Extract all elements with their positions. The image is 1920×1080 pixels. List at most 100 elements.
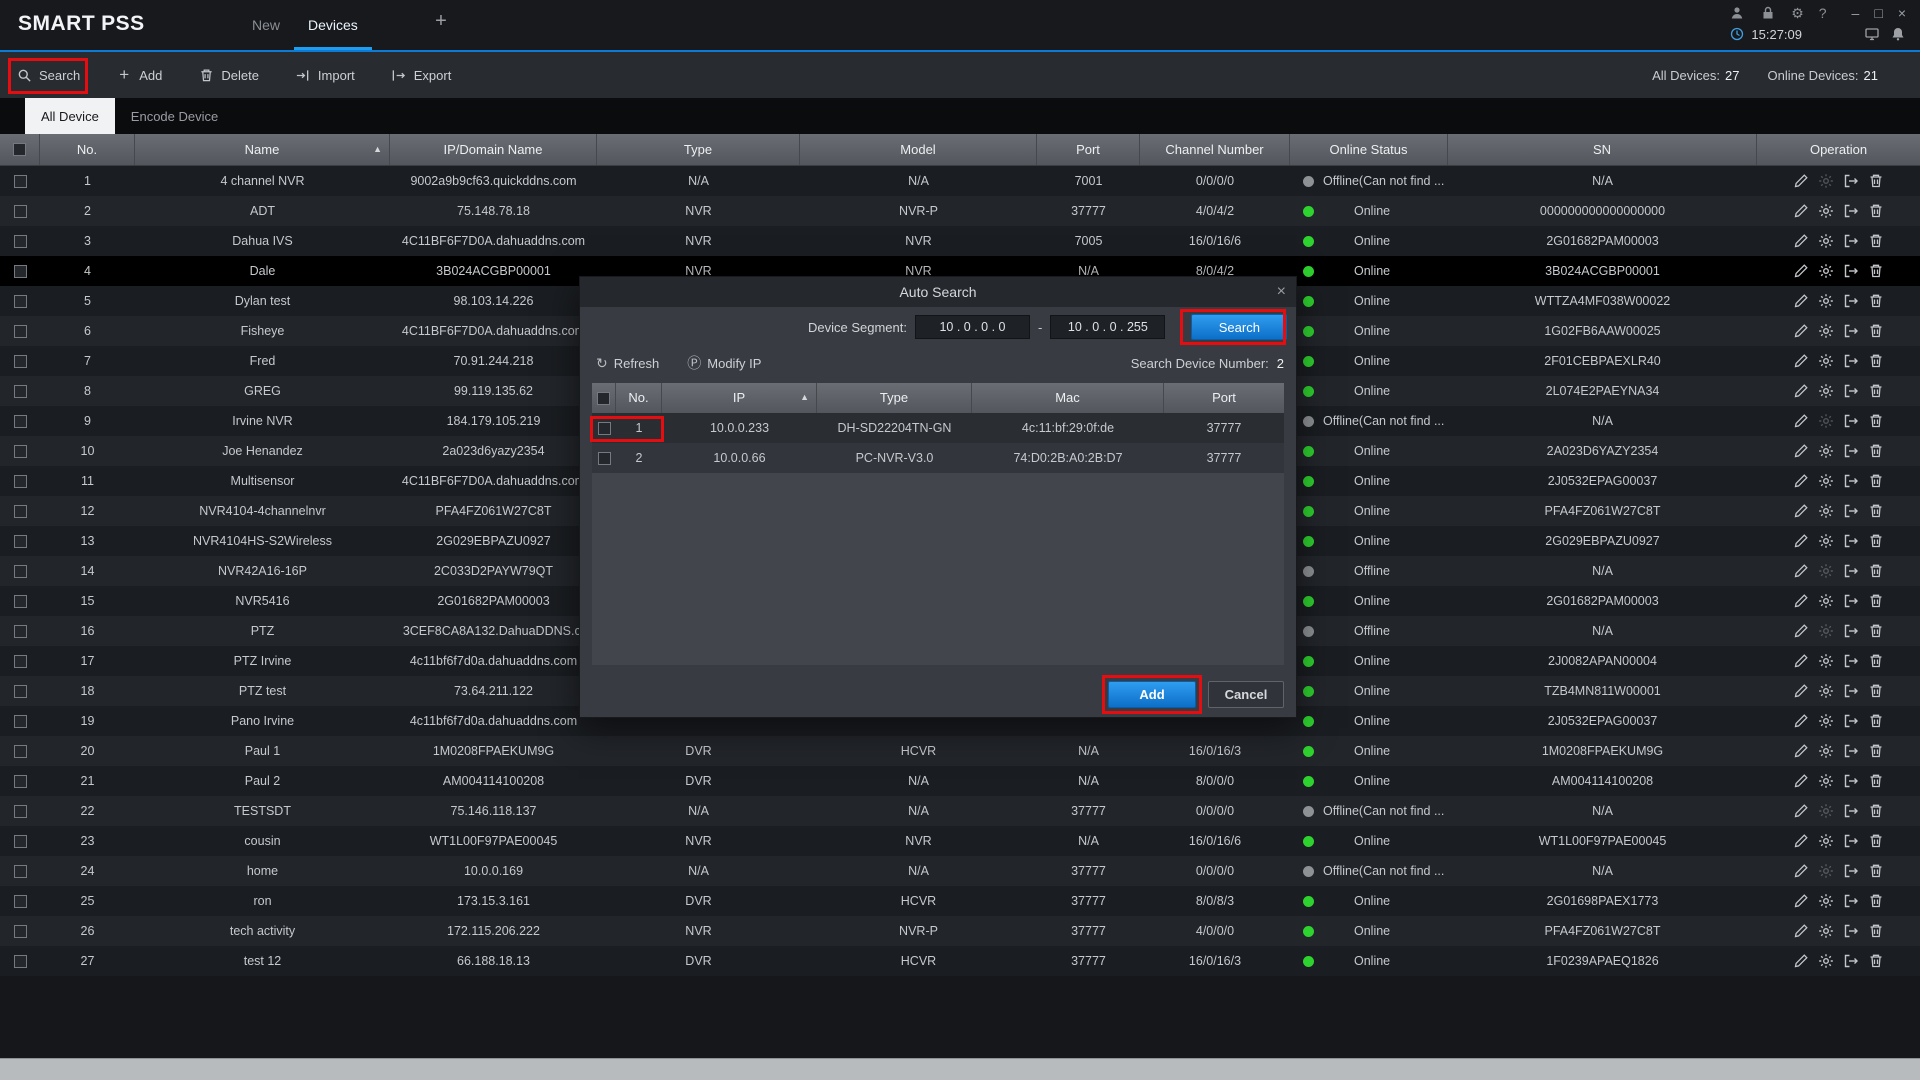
delete-icon[interactable] (1868, 383, 1884, 399)
edit-icon[interactable] (1793, 953, 1809, 969)
delete-icon[interactable] (1868, 743, 1884, 759)
logout-icon[interactable] (1843, 293, 1859, 309)
row-checkbox[interactable] (14, 775, 27, 788)
segment-start-input[interactable]: 10 . 0 . 0 . 0 (915, 315, 1030, 339)
edit-icon[interactable] (1793, 263, 1809, 279)
edit-icon[interactable] (1793, 533, 1809, 549)
row-checkbox[interactable] (14, 685, 27, 698)
logout-icon[interactable] (1843, 653, 1859, 669)
row-checkbox[interactable] (14, 295, 27, 308)
dialog-cancel-button[interactable]: Cancel (1208, 681, 1284, 708)
maximize-icon[interactable]: □ (1874, 5, 1882, 21)
edit-icon[interactable] (1793, 653, 1809, 669)
edit-icon[interactable] (1793, 923, 1809, 939)
delete-icon[interactable] (1868, 773, 1884, 789)
row-checkbox[interactable] (14, 715, 27, 728)
edit-icon[interactable] (1793, 383, 1809, 399)
row-checkbox[interactable] (14, 445, 27, 458)
help-icon[interactable]: ? (1819, 5, 1827, 21)
table-row[interactable]: 27test 1266.188.18.13DVRHCVR3777716/0/16… (0, 946, 1920, 976)
column-header-ip-domain-name[interactable]: IP/Domain Name (390, 134, 597, 165)
settings-icon[interactable] (1818, 263, 1834, 279)
settings-icon[interactable] (1818, 623, 1834, 639)
row-checkbox[interactable] (14, 625, 27, 638)
edit-icon[interactable] (1793, 203, 1809, 219)
row-checkbox[interactable] (14, 535, 27, 548)
delete-device-button[interactable]: Delete (198, 67, 259, 83)
bell-icon[interactable] (1890, 26, 1906, 42)
table-row[interactable]: 23cousinWT1L00F97PAE00045NVRNVRN/A16/0/1… (0, 826, 1920, 856)
row-checkbox[interactable] (14, 325, 27, 338)
row-checkbox[interactable] (14, 505, 27, 518)
delete-icon[interactable] (1868, 923, 1884, 939)
delete-icon[interactable] (1868, 653, 1884, 669)
row-checkbox[interactable] (14, 205, 27, 218)
lock-icon[interactable] (1760, 5, 1776, 21)
monitor-icon[interactable] (1864, 26, 1880, 42)
import-button[interactable]: Import (295, 67, 355, 83)
tab-devices[interactable]: Devices (294, 0, 372, 50)
delete-icon[interactable] (1868, 713, 1884, 729)
close-icon[interactable]: × (1277, 277, 1286, 307)
settings-icon[interactable] (1818, 743, 1834, 759)
column-header-channel-number[interactable]: Channel Number (1140, 134, 1290, 165)
logout-icon[interactable] (1843, 773, 1859, 789)
edit-icon[interactable] (1793, 323, 1809, 339)
column-header-mac[interactable]: Mac (972, 383, 1164, 413)
column-header-ip[interactable]: IP▲ (662, 383, 817, 413)
settings-icon[interactable] (1818, 803, 1834, 819)
settings-icon[interactable] (1818, 923, 1834, 939)
logout-icon[interactable] (1843, 263, 1859, 279)
logout-icon[interactable] (1843, 953, 1859, 969)
row-checkbox[interactable] (14, 595, 27, 608)
logout-icon[interactable] (1843, 173, 1859, 189)
search-result-row[interactable]: 110.0.0.233DH-SD22204TN-GN4c:11:bf:29:0f… (592, 413, 1284, 443)
settings-icon[interactable] (1818, 503, 1834, 519)
result-checkbox[interactable] (598, 422, 611, 435)
settings-icon[interactable] (1818, 353, 1834, 369)
delete-icon[interactable] (1868, 533, 1884, 549)
settings-icon[interactable] (1818, 863, 1834, 879)
logout-icon[interactable] (1843, 593, 1859, 609)
settings-icon[interactable] (1818, 473, 1834, 489)
row-checkbox[interactable] (14, 745, 27, 758)
logout-icon[interactable] (1843, 203, 1859, 219)
logout-icon[interactable] (1843, 683, 1859, 699)
settings-icon[interactable] (1818, 233, 1834, 249)
edit-icon[interactable] (1793, 713, 1809, 729)
settings-icon[interactable] (1818, 653, 1834, 669)
edit-icon[interactable] (1793, 293, 1809, 309)
settings-icon[interactable] (1818, 833, 1834, 849)
delete-icon[interactable] (1868, 323, 1884, 339)
column-header-no[interactable]: No. (616, 383, 662, 413)
settings-icon[interactable] (1818, 563, 1834, 579)
segment-end-input[interactable]: 10 . 0 . 0 . 255 (1050, 315, 1165, 339)
result-checkbox[interactable] (598, 452, 611, 465)
row-checkbox[interactable] (14, 475, 27, 488)
column-header-port[interactable]: Port (1037, 134, 1140, 165)
tab-all-device[interactable]: All Device (25, 98, 115, 134)
column-header-name[interactable]: Name▲ (135, 134, 390, 165)
delete-icon[interactable] (1868, 803, 1884, 819)
edit-icon[interactable] (1793, 413, 1809, 429)
settings-icon[interactable] (1818, 533, 1834, 549)
row-checkbox[interactable] (14, 265, 27, 278)
delete-icon[interactable] (1868, 683, 1884, 699)
column-header-sn[interactable]: SN (1448, 134, 1757, 165)
logout-icon[interactable] (1843, 833, 1859, 849)
logout-icon[interactable] (1843, 623, 1859, 639)
table-row[interactable]: 3Dahua IVS4C11BF6F7D0A.dahuaddns.comNVRN… (0, 226, 1920, 256)
select-all-checkbox[interactable] (13, 143, 26, 156)
row-checkbox[interactable] (14, 175, 27, 188)
edit-icon[interactable] (1793, 773, 1809, 789)
edit-icon[interactable] (1793, 863, 1809, 879)
row-checkbox[interactable] (14, 925, 27, 938)
delete-icon[interactable] (1868, 593, 1884, 609)
tab-new[interactable]: New (238, 0, 294, 50)
logout-icon[interactable] (1843, 563, 1859, 579)
settings-icon[interactable] (1818, 413, 1834, 429)
delete-icon[interactable] (1868, 233, 1884, 249)
edit-icon[interactable] (1793, 683, 1809, 699)
logout-icon[interactable] (1843, 533, 1859, 549)
row-checkbox[interactable] (14, 565, 27, 578)
